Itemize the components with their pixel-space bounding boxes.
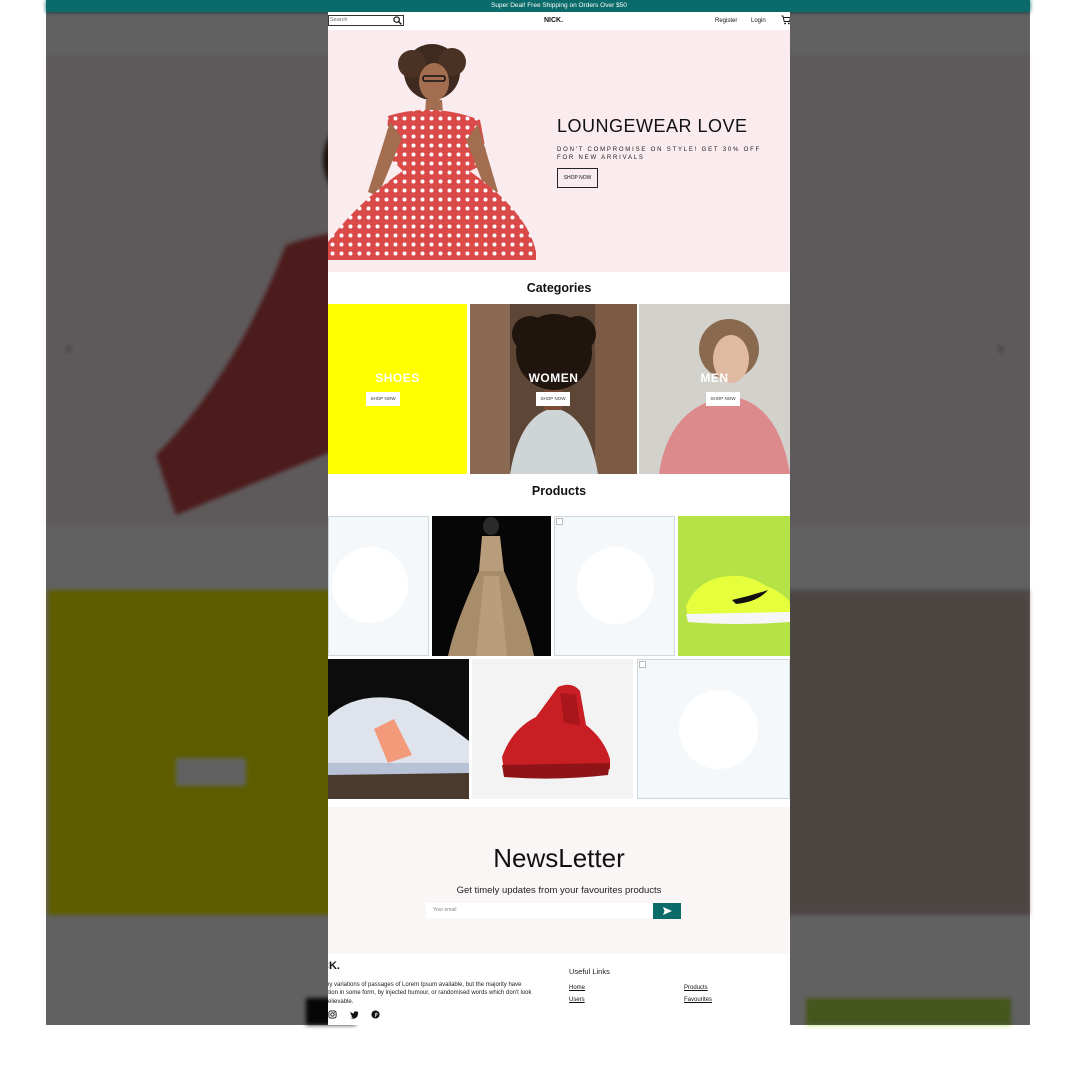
announcement-bar: Super Deal! Free Shipping on Orders Over… [328, 0, 790, 12]
category-title: WOMEN [528, 371, 579, 385]
product-card[interactable] [328, 516, 429, 656]
newsletter-section: NewsLetter Get timely updates from your … [328, 807, 790, 954]
category-card-men[interactable]: MEN SHOP NOW [639, 304, 790, 474]
footer-link-products[interactable]: Products [684, 985, 708, 991]
twitter-icon[interactable] [350, 1010, 359, 1019]
product-image-red-sneaker [472, 659, 633, 799]
category-shop-now-button[interactable]: SHOP NOW [706, 392, 740, 406]
email-field[interactable]: Your email [426, 903, 653, 918]
send-button[interactable] [653, 903, 681, 919]
women-category-image [470, 304, 637, 474]
broken-image-icon [639, 661, 646, 668]
instagram-icon[interactable] [328, 1010, 337, 1019]
product-image-dress [432, 516, 551, 656]
category-shop-now-button[interactable]: SHOP NOW [536, 392, 570, 406]
product-image-white-sneaker [328, 659, 469, 799]
footer-description: There are many variations of passages of… [328, 982, 532, 1005]
useful-links-title: Useful Links [569, 967, 610, 976]
search-placeholder: Search [330, 17, 348, 23]
product-card[interactable] [554, 516, 675, 656]
search-input[interactable]: Search [328, 15, 404, 26]
product-card[interactable] [637, 659, 790, 799]
register-link[interactable]: Register [715, 18, 737, 24]
categories-title: Categories [526, 281, 592, 295]
cart-icon[interactable] [781, 15, 790, 25]
footer-link-users[interactable]: Users [569, 997, 585, 1003]
login-link[interactable]: Login [751, 18, 766, 24]
product-card[interactable] [678, 516, 790, 656]
product-image-placeholder [679, 690, 758, 769]
screenshot-stage: ‹ › Super Deal! Free Shipping on Orders … [0, 0, 1080, 1080]
hero-image [328, 44, 536, 260]
navbar: Search NICK. Register Login [328, 12, 790, 30]
product-image-green-sneaker [678, 516, 790, 656]
product-card[interactable] [432, 516, 551, 656]
newsletter-title: NewsLetter [493, 843, 625, 873]
pinterest-icon[interactable] [371, 1010, 380, 1019]
category-title: MEN [700, 371, 729, 385]
hero-subtitle: DON'T COMPROMISE ON STYLE! GET 30% OFF F… [557, 147, 762, 161]
footer-link-home[interactable]: Home [569, 985, 585, 991]
hero-slider: LOUNGEWEAR LOVE DON'T COMPROMISE ON STYL… [328, 30, 790, 272]
product-image-placeholder [332, 547, 408, 623]
footer-link-favourites[interactable]: Favourites [684, 997, 712, 1003]
hero-title: LOUNGEWEAR LOVE [557, 116, 748, 136]
category-card-shoes[interactable]: SHOES SHOP NOW [328, 304, 467, 474]
category-card-women[interactable]: WOMEN SHOP NOW [470, 304, 637, 474]
product-card[interactable] [472, 659, 633, 799]
broken-image-icon [556, 518, 563, 525]
page-preview: Super Deal! Free Shipping on Orders Over… [328, 0, 790, 1025]
newsletter-subtitle: Get timely updates from your favourites … [456, 885, 662, 896]
product-image-placeholder [577, 547, 654, 624]
site-logo[interactable]: NICK. [544, 17, 563, 24]
product-card[interactable] [328, 659, 469, 799]
category-shop-now-button[interactable]: SHOP NOW [366, 392, 400, 406]
hero-shop-now-button[interactable]: SHOP NOW [557, 168, 598, 188]
men-category-image [639, 304, 790, 474]
footer-logo[interactable]: NICK. [328, 960, 340, 972]
products-title: Products [531, 484, 587, 498]
category-title: SHOES [375, 371, 420, 385]
search-icon[interactable] [393, 16, 402, 25]
